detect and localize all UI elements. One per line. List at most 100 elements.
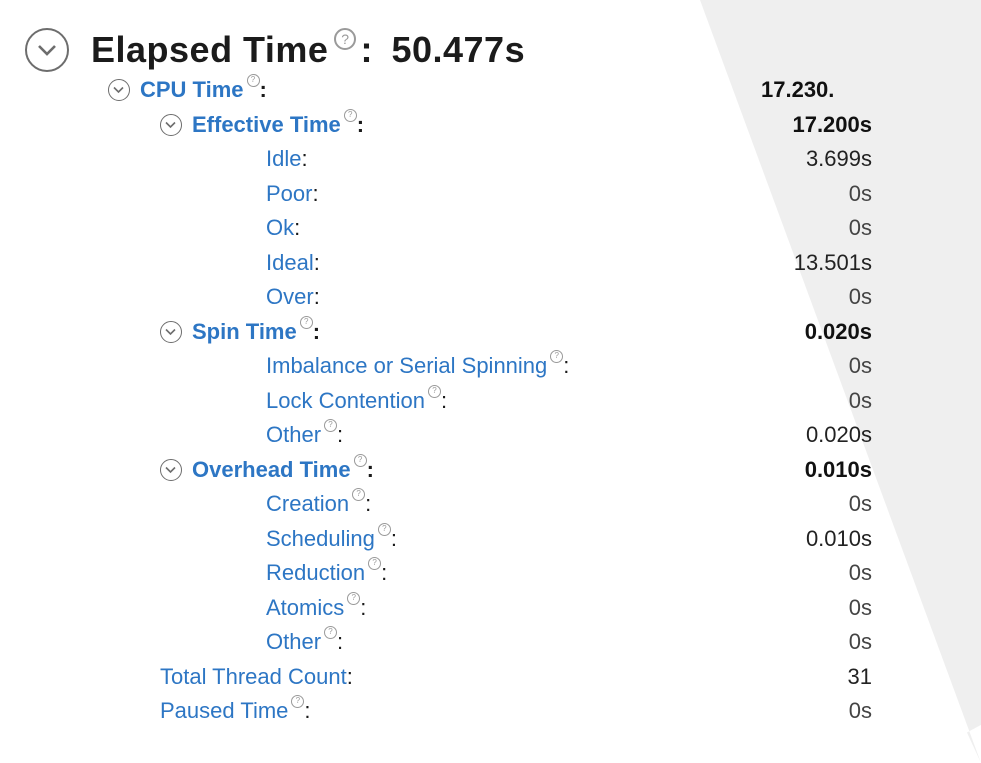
summary-panel: Elapsed Time?: 50.477s CPU Time ? : 17.2… <box>0 0 981 763</box>
spin-time-label[interactable]: Spin Time <box>192 319 297 345</box>
colon: : <box>294 215 301 240</box>
cpu-time-value: 17.230. <box>761 77 835 102</box>
scheduling-label[interactable]: Scheduling <box>266 526 375 552</box>
help-icon[interactable]: ? <box>377 522 391 536</box>
colon: : <box>360 595 367 620</box>
ideal-value: 13.501s <box>793 250 872 275</box>
total-thread-count-row: Total Thread Count: <box>160 660 353 694</box>
poor-row: Poor: <box>266 177 319 211</box>
imbalance-label[interactable]: Imbalance or Serial Spinning <box>266 353 547 379</box>
help-icon[interactable]: ? <box>324 418 338 432</box>
cpu-time-row: CPU Time ? : <box>108 73 267 107</box>
overhead-other-label[interactable]: Other <box>266 629 321 655</box>
lock-contention-label[interactable]: Lock Contention <box>266 388 425 414</box>
overhead-time-row: Overhead Time ? : <box>160 453 374 487</box>
elapsed-time-header: Elapsed Time?: 50.477s <box>25 22 525 78</box>
colon: : <box>301 146 308 171</box>
collapse-elapsed-time-toggle-icon[interactable] <box>25 28 69 72</box>
colon: : <box>312 181 319 206</box>
reduction-label[interactable]: Reduction <box>266 560 365 586</box>
ideal-label[interactable]: Ideal <box>266 250 314 276</box>
cpu-time-label[interactable]: CPU Time <box>140 77 244 103</box>
help-icon[interactable]: ? <box>343 108 357 122</box>
help-icon[interactable]: ? <box>299 315 313 329</box>
help-icon[interactable]: ? <box>324 625 338 639</box>
help-icon[interactable]: ? <box>353 453 367 467</box>
ok-value: 0s <box>848 215 872 240</box>
help-icon[interactable]: ? <box>368 556 382 570</box>
lock-contention-row: Lock Contention ? : <box>266 384 447 418</box>
elapsed-time-value: 50.477s <box>391 29 526 70</box>
help-icon[interactable]: ? <box>334 28 357 50</box>
effective-time-row: Effective Time ? : <box>160 108 364 142</box>
idle-row: Idle: <box>266 142 308 176</box>
spin-time-row: Spin Time ? : <box>160 315 320 349</box>
colon: : <box>381 560 388 585</box>
colon: : <box>337 422 344 447</box>
collapse-overhead-time-toggle-icon[interactable] <box>160 459 182 481</box>
total-thread-count-label[interactable]: Total Thread Count <box>160 664 347 690</box>
spin-other-value: 0.020s <box>805 422 872 447</box>
spin-time-value: 0.020s <box>804 319 872 344</box>
overhead-time-label[interactable]: Overhead Time <box>192 457 351 483</box>
effective-time-label[interactable]: Effective Time <box>192 112 341 138</box>
creation-label[interactable]: Creation <box>266 491 349 517</box>
help-icon[interactable]: ? <box>428 384 441 398</box>
collapse-spin-time-toggle-icon[interactable] <box>160 321 182 343</box>
scheduling-value: 0.010s <box>805 526 872 551</box>
overhead-other-value: 0s <box>848 629 872 654</box>
idle-label[interactable]: Idle <box>266 146 301 172</box>
colon: : <box>563 353 570 378</box>
paused-time-label[interactable]: Paused Time <box>160 698 288 724</box>
colon: : <box>356 112 365 137</box>
atomics-value: 0s <box>848 595 872 620</box>
colon: : <box>360 29 373 70</box>
colon: : <box>366 457 374 482</box>
idle-value: 3.699s <box>805 146 872 171</box>
imbalance-value: 0s <box>848 353 872 378</box>
spin-other-label[interactable]: Other <box>266 422 321 448</box>
scheduling-row: Scheduling ? : <box>266 522 397 556</box>
paused-time-value: 0s <box>848 698 872 723</box>
imbalance-row: Imbalance or Serial Spinning ? : <box>266 349 569 383</box>
reduction-value: 0s <box>848 560 872 585</box>
atomics-row: Atomics ? : <box>266 591 366 625</box>
elapsed-time-label: Elapsed Time <box>91 29 329 70</box>
spin-other-row: Other ? : <box>266 418 343 452</box>
colon: : <box>259 77 267 102</box>
elapsed-time-title: Elapsed Time?: 50.477s <box>91 28 526 71</box>
over-label[interactable]: Over <box>266 284 314 310</box>
help-icon[interactable]: ? <box>246 73 260 87</box>
ideal-row: Ideal: <box>266 246 320 280</box>
over-row: Over: <box>266 280 320 314</box>
creation-value: 0s <box>848 491 872 516</box>
help-icon[interactable]: ? <box>352 487 366 501</box>
colon: : <box>390 526 397 551</box>
ok-label[interactable]: Ok <box>266 215 294 241</box>
atomics-label[interactable]: Atomics <box>266 595 344 621</box>
over-value: 0s <box>848 284 872 309</box>
ok-row: Ok: <box>266 211 300 245</box>
overhead-time-value: 0.010s <box>804 457 872 482</box>
colon: : <box>312 319 321 344</box>
creation-row: Creation ? : <box>266 487 371 521</box>
collapse-effective-time-toggle-icon[interactable] <box>160 114 182 136</box>
help-icon[interactable]: ? <box>347 591 361 605</box>
lock-contention-value: 0s <box>848 388 872 413</box>
colon: : <box>441 388 448 413</box>
poor-value: 0s <box>848 181 872 206</box>
reduction-row: Reduction ? : <box>266 556 387 590</box>
colon: : <box>313 250 320 275</box>
colon: : <box>304 698 311 723</box>
colon: : <box>346 664 353 689</box>
colon: : <box>313 284 320 309</box>
colon: : <box>337 629 344 654</box>
help-icon[interactable]: ? <box>550 349 564 363</box>
collapse-cpu-time-toggle-icon[interactable] <box>108 79 130 101</box>
poor-label[interactable]: Poor <box>266 181 312 207</box>
help-icon[interactable]: ? <box>291 694 305 708</box>
paused-time-row: Paused Time ? : <box>160 694 311 728</box>
overhead-other-row: Other ? : <box>266 625 343 659</box>
effective-time-value: 17.200s <box>792 112 872 137</box>
colon: : <box>365 491 372 516</box>
